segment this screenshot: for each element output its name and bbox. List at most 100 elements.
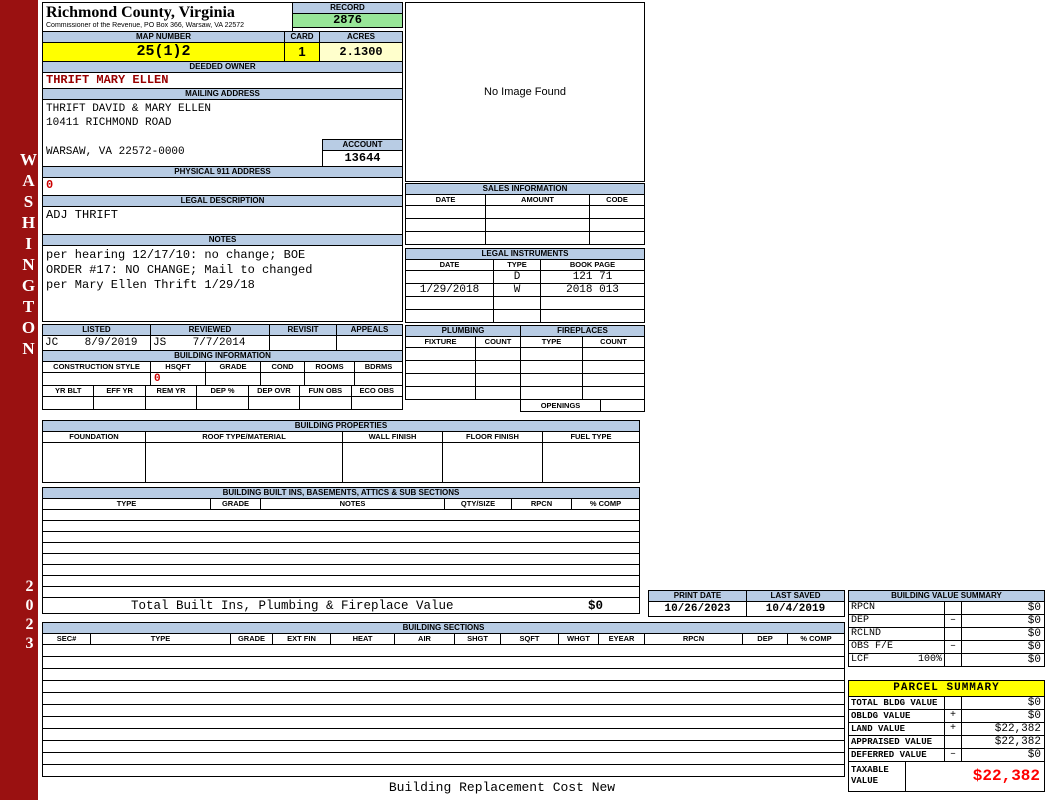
eco-obs-value [352, 397, 403, 410]
parcel-row: TOTAL BLDG VALUE $0 [849, 697, 1045, 710]
instrument-type: W [494, 284, 541, 297]
type-label: TYPE [91, 634, 231, 645]
sidebar: WASHINGTON 2023 [0, 0, 38, 800]
yr-blt-value [43, 397, 94, 410]
record-value: 2876 [292, 13, 403, 28]
instrument-bookpage: 121 71 [541, 271, 645, 284]
yr-blt-label: YR BLT [43, 386, 94, 397]
dep-ovr-value [249, 397, 300, 410]
bvs-value: $0 [962, 641, 1045, 654]
parcel-op [945, 697, 962, 710]
parcel-label: APPRAISED VALUE [849, 736, 945, 749]
plumbing-empty-row [406, 361, 645, 374]
rpcn-label: RPCN [645, 634, 743, 645]
wall-finish-value [343, 443, 443, 483]
mailing-address-box: THRIFT DAVID & MARY ELLEN 10411 RICHMOND… [42, 99, 403, 167]
building-sections-empty-row [43, 669, 845, 681]
builtin-rpcn-label: RPCN [512, 499, 572, 510]
plumbing-fireplaces-table: FIXTURE COUNT TYPE COUNT [405, 336, 645, 400]
instrument-bookpage-label: BOOK PAGE [541, 260, 645, 271]
roof-type-label: ROOF TYPE/MATERIAL [146, 432, 343, 443]
sidebar-district-label: WASHINGTON [0, 150, 38, 360]
property-image-placeholder: No Image Found [405, 2, 645, 182]
identification-panel: Richmond County, Virginia Commissioner o… [42, 2, 403, 410]
built-ins-empty-row [43, 521, 640, 532]
sales-empty-row [406, 219, 645, 232]
bvs-row: LCF 100% $0 [849, 654, 1045, 667]
hsqft-label: HSQFT [151, 362, 206, 373]
bvs-value: $0 [962, 628, 1045, 641]
built-ins-empty-row [43, 510, 640, 521]
sqft-label: SQFT [501, 634, 559, 645]
air-label: AIR [395, 634, 455, 645]
parcel-row: APPRAISED VALUE $22,382 [849, 736, 1045, 749]
whgt-label: WHGT [559, 634, 599, 645]
builtin-grade-label: GRADE [211, 499, 261, 510]
building-properties-table: FOUNDATION ROOF TYPE/MATERIAL WALL FINIS… [42, 431, 640, 483]
parcel-value: $0 [962, 710, 1045, 723]
openings-value [600, 399, 645, 412]
county-title: Richmond County, Virginia [46, 4, 289, 22]
parcel-op [945, 736, 962, 749]
builtin-notes-label: NOTES [261, 499, 445, 510]
built-ins-empty-row [43, 587, 640, 598]
plumbing-title: PLUMBING [405, 325, 521, 337]
sec-label: SEC# [43, 634, 91, 645]
instrument-type: D [494, 271, 541, 284]
bvs-value: $0 [962, 602, 1045, 615]
county-header: Richmond County, Virginia Commissioner o… [42, 2, 293, 32]
notes-line-1: per hearing 12/17/10: no change; BOE [46, 248, 399, 263]
fuel-type-value [543, 443, 640, 483]
bvs-label: RPCN [851, 602, 875, 614]
legal-instrument-row: 1/29/2018 W 2018 013 [406, 284, 645, 297]
instrument-date: 1/29/2018 [406, 284, 494, 297]
building-sections-empty-row [43, 693, 845, 705]
parcel-op: + [945, 723, 962, 736]
dep-pct-value [197, 397, 248, 410]
sales-information-table: DATE AMOUNT CODE [405, 194, 645, 245]
grade-label: GRADE [231, 634, 273, 645]
fireplace-type-label: TYPE [521, 337, 583, 348]
cond-label: COND [261, 362, 305, 373]
floor-finish-value [443, 443, 543, 483]
no-image-text: No Image Found [484, 86, 566, 98]
extfin-label: EXT FIN [273, 634, 331, 645]
building-information-table: CONSTRUCTION STYLE HSQFT GRADE COND ROOM… [42, 361, 403, 410]
openings-label: OPENINGS [520, 399, 601, 412]
eff-yr-value [94, 397, 145, 410]
inspection-value-row: JC 8/9/2019 JS 7/7/2014 [42, 335, 403, 351]
cond-value [261, 373, 305, 386]
grade-value [206, 373, 261, 386]
built-ins-empty-row [43, 532, 640, 543]
parcel-summary-title: PARCEL SUMMARY [848, 680, 1045, 697]
bvs-label-right: 100% [918, 654, 942, 666]
revisit-value [269, 335, 337, 351]
sales-amount-label: AMOUNT [486, 195, 590, 206]
parcel-value: $22,382 [962, 736, 1045, 749]
bdrms-value [355, 373, 403, 386]
plumbing-fireplaces-panel: PLUMBING FIREPLACES FIXTURE COUNT TYPE C… [405, 325, 645, 412]
legal-instruments-panel: LEGAL INSTRUMENTS DATE TYPE BOOK PAGE D … [405, 248, 645, 323]
parcel-value: $22,382 [962, 723, 1045, 736]
commissioner-line: Commissioner of the Revenue, PO Box 366,… [46, 22, 289, 30]
building-sections-empty-row [43, 705, 845, 717]
listed-value: JC 8/9/2019 [42, 335, 151, 351]
instrument-bookpage: 2018 013 [541, 284, 645, 297]
legal-instrument-empty-row [406, 297, 645, 310]
building-value-summary-table: RPCN $0 DEP – $0 RCLND $ [848, 601, 1045, 667]
appeals-value [336, 335, 403, 351]
account-block: ACCOUNT 13644 [322, 139, 403, 167]
sidebar-year-label: 2023 [0, 578, 38, 654]
hsqft-value: 0 [151, 373, 206, 386]
legal-instrument-row: D 121 71 [406, 271, 645, 284]
bvs-value: $0 [962, 654, 1045, 667]
bvs-label: RCLND [851, 628, 881, 640]
wall-finish-label: WALL FINISH [343, 432, 443, 443]
bvs-row: DEP – $0 [849, 615, 1045, 628]
physical-address-value: 0 [42, 177, 403, 196]
fixture-label: FIXTURE [406, 337, 476, 348]
floor-finish-label: FLOOR FINISH [443, 432, 543, 443]
sales-code-label: CODE [590, 195, 645, 206]
property-record-card: WASHINGTON 2023 Richmond County, Virgini… [0, 0, 1050, 800]
plumbing-empty-row [406, 374, 645, 387]
